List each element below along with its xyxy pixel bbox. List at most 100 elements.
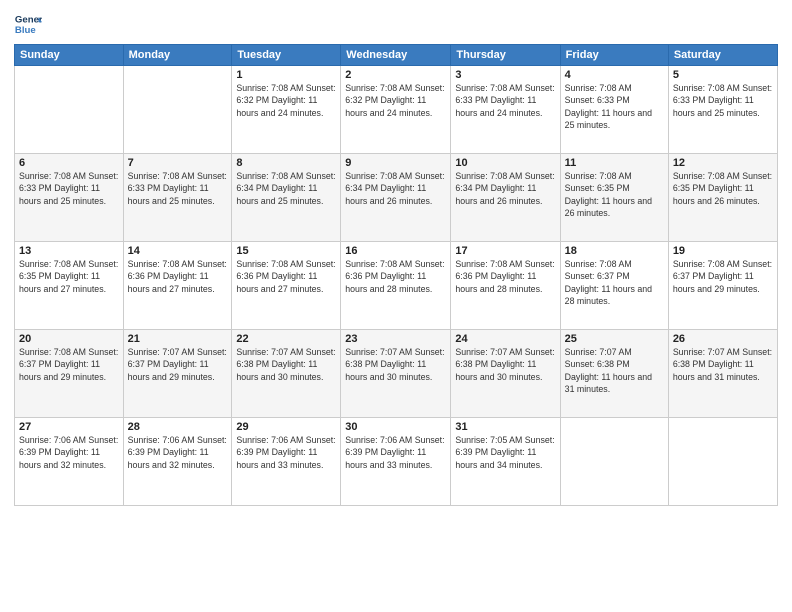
svg-text:Blue: Blue: [15, 25, 36, 36]
calendar-cell: 12Sunrise: 7:08 AM Sunset: 6:35 PM Dayli…: [668, 154, 777, 242]
calendar-cell: 19Sunrise: 7:08 AM Sunset: 6:37 PM Dayli…: [668, 242, 777, 330]
day-info: Sunrise: 7:08 AM Sunset: 6:32 PM Dayligh…: [345, 82, 446, 119]
calendar-cell: 26Sunrise: 7:07 AM Sunset: 6:38 PM Dayli…: [668, 330, 777, 418]
svg-text:General: General: [15, 14, 42, 25]
day-info: Sunrise: 7:08 AM Sunset: 6:36 PM Dayligh…: [236, 258, 336, 295]
day-number: 15: [236, 245, 336, 257]
calendar-week-row: 27Sunrise: 7:06 AM Sunset: 6:39 PM Dayli…: [15, 418, 778, 506]
day-number: 3: [455, 69, 555, 81]
day-number: 9: [345, 157, 446, 169]
day-info: Sunrise: 7:07 AM Sunset: 6:38 PM Dayligh…: [455, 346, 555, 383]
day-number: 13: [19, 245, 119, 257]
day-number: 6: [19, 157, 119, 169]
column-header-friday: Friday: [560, 45, 668, 66]
calendar-cell: 6Sunrise: 7:08 AM Sunset: 6:33 PM Daylig…: [15, 154, 124, 242]
day-info: Sunrise: 7:08 AM Sunset: 6:36 PM Dayligh…: [345, 258, 446, 295]
day-info: Sunrise: 7:08 AM Sunset: 6:34 PM Dayligh…: [236, 170, 336, 207]
day-info: Sunrise: 7:08 AM Sunset: 6:34 PM Dayligh…: [455, 170, 555, 207]
day-info: Sunrise: 7:08 AM Sunset: 6:36 PM Dayligh…: [128, 258, 228, 295]
day-number: 19: [673, 245, 773, 257]
day-number: 14: [128, 245, 228, 257]
calendar-week-row: 20Sunrise: 7:08 AM Sunset: 6:37 PM Dayli…: [15, 330, 778, 418]
day-info: Sunrise: 7:07 AM Sunset: 6:38 PM Dayligh…: [236, 346, 336, 383]
calendar-cell: 28Sunrise: 7:06 AM Sunset: 6:39 PM Dayli…: [123, 418, 232, 506]
calendar-cell: 5Sunrise: 7:08 AM Sunset: 6:33 PM Daylig…: [668, 66, 777, 154]
column-header-sunday: Sunday: [15, 45, 124, 66]
calendar-cell: 7Sunrise: 7:08 AM Sunset: 6:33 PM Daylig…: [123, 154, 232, 242]
day-number: 24: [455, 333, 555, 345]
calendar-cell: 8Sunrise: 7:08 AM Sunset: 6:34 PM Daylig…: [232, 154, 341, 242]
day-number: 16: [345, 245, 446, 257]
calendar: SundayMondayTuesdayWednesdayThursdayFrid…: [14, 44, 778, 506]
calendar-week-row: 1Sunrise: 7:08 AM Sunset: 6:32 PM Daylig…: [15, 66, 778, 154]
day-number: 26: [673, 333, 773, 345]
calendar-cell: 4Sunrise: 7:08 AM Sunset: 6:33 PM Daylig…: [560, 66, 668, 154]
calendar-cell: 29Sunrise: 7:06 AM Sunset: 6:39 PM Dayli…: [232, 418, 341, 506]
calendar-cell: 11Sunrise: 7:08 AM Sunset: 6:35 PM Dayli…: [560, 154, 668, 242]
calendar-cell: 23Sunrise: 7:07 AM Sunset: 6:38 PM Dayli…: [341, 330, 451, 418]
day-info: Sunrise: 7:08 AM Sunset: 6:33 PM Dayligh…: [128, 170, 228, 207]
day-info: Sunrise: 7:08 AM Sunset: 6:33 PM Dayligh…: [565, 82, 664, 131]
day-info: Sunrise: 7:08 AM Sunset: 6:37 PM Dayligh…: [673, 258, 773, 295]
day-info: Sunrise: 7:05 AM Sunset: 6:39 PM Dayligh…: [455, 434, 555, 471]
column-header-saturday: Saturday: [668, 45, 777, 66]
calendar-cell: [15, 66, 124, 154]
calendar-week-row: 6Sunrise: 7:08 AM Sunset: 6:33 PM Daylig…: [15, 154, 778, 242]
day-info: Sunrise: 7:06 AM Sunset: 6:39 PM Dayligh…: [345, 434, 446, 471]
column-header-monday: Monday: [123, 45, 232, 66]
day-info: Sunrise: 7:08 AM Sunset: 6:35 PM Dayligh…: [19, 258, 119, 295]
calendar-cell: 31Sunrise: 7:05 AM Sunset: 6:39 PM Dayli…: [451, 418, 560, 506]
day-number: 17: [455, 245, 555, 257]
calendar-cell: 15Sunrise: 7:08 AM Sunset: 6:36 PM Dayli…: [232, 242, 341, 330]
day-number: 25: [565, 333, 664, 345]
day-info: Sunrise: 7:06 AM Sunset: 6:39 PM Dayligh…: [19, 434, 119, 471]
calendar-cell: 10Sunrise: 7:08 AM Sunset: 6:34 PM Dayli…: [451, 154, 560, 242]
day-info: Sunrise: 7:07 AM Sunset: 6:38 PM Dayligh…: [345, 346, 446, 383]
calendar-cell: 25Sunrise: 7:07 AM Sunset: 6:38 PM Dayli…: [560, 330, 668, 418]
day-number: 28: [128, 421, 228, 433]
calendar-cell: 27Sunrise: 7:06 AM Sunset: 6:39 PM Dayli…: [15, 418, 124, 506]
calendar-cell: 21Sunrise: 7:07 AM Sunset: 6:37 PM Dayli…: [123, 330, 232, 418]
day-info: Sunrise: 7:06 AM Sunset: 6:39 PM Dayligh…: [236, 434, 336, 471]
column-header-tuesday: Tuesday: [232, 45, 341, 66]
calendar-cell: 20Sunrise: 7:08 AM Sunset: 6:37 PM Dayli…: [15, 330, 124, 418]
day-number: 18: [565, 245, 664, 257]
calendar-cell: 16Sunrise: 7:08 AM Sunset: 6:36 PM Dayli…: [341, 242, 451, 330]
calendar-header-row: SundayMondayTuesdayWednesdayThursdayFrid…: [15, 45, 778, 66]
day-info: Sunrise: 7:07 AM Sunset: 6:38 PM Dayligh…: [673, 346, 773, 383]
calendar-week-row: 13Sunrise: 7:08 AM Sunset: 6:35 PM Dayli…: [15, 242, 778, 330]
day-number: 12: [673, 157, 773, 169]
calendar-cell: 30Sunrise: 7:06 AM Sunset: 6:39 PM Dayli…: [341, 418, 451, 506]
day-info: Sunrise: 7:08 AM Sunset: 6:34 PM Dayligh…: [345, 170, 446, 207]
day-number: 30: [345, 421, 446, 433]
day-info: Sunrise: 7:08 AM Sunset: 6:35 PM Dayligh…: [673, 170, 773, 207]
logo: General Blue: [14, 10, 42, 38]
day-number: 5: [673, 69, 773, 81]
day-number: 31: [455, 421, 555, 433]
day-info: Sunrise: 7:07 AM Sunset: 6:38 PM Dayligh…: [565, 346, 664, 395]
day-info: Sunrise: 7:08 AM Sunset: 6:33 PM Dayligh…: [19, 170, 119, 207]
day-number: 29: [236, 421, 336, 433]
day-info: Sunrise: 7:08 AM Sunset: 6:33 PM Dayligh…: [673, 82, 773, 119]
calendar-cell: 17Sunrise: 7:08 AM Sunset: 6:36 PM Dayli…: [451, 242, 560, 330]
calendar-cell: 1Sunrise: 7:08 AM Sunset: 6:32 PM Daylig…: [232, 66, 341, 154]
day-number: 4: [565, 69, 664, 81]
day-number: 7: [128, 157, 228, 169]
day-number: 10: [455, 157, 555, 169]
calendar-cell: [668, 418, 777, 506]
day-info: Sunrise: 7:08 AM Sunset: 6:36 PM Dayligh…: [455, 258, 555, 295]
calendar-cell: 9Sunrise: 7:08 AM Sunset: 6:34 PM Daylig…: [341, 154, 451, 242]
day-number: 20: [19, 333, 119, 345]
day-info: Sunrise: 7:07 AM Sunset: 6:37 PM Dayligh…: [128, 346, 228, 383]
calendar-cell: [123, 66, 232, 154]
day-number: 27: [19, 421, 119, 433]
day-info: Sunrise: 7:08 AM Sunset: 6:37 PM Dayligh…: [19, 346, 119, 383]
header: General Blue: [14, 10, 778, 38]
day-info: Sunrise: 7:06 AM Sunset: 6:39 PM Dayligh…: [128, 434, 228, 471]
day-number: 23: [345, 333, 446, 345]
day-number: 2: [345, 69, 446, 81]
day-number: 22: [236, 333, 336, 345]
day-number: 11: [565, 157, 664, 169]
calendar-cell: 13Sunrise: 7:08 AM Sunset: 6:35 PM Dayli…: [15, 242, 124, 330]
page: General Blue SundayMondayTuesdayWednesda…: [0, 0, 792, 612]
